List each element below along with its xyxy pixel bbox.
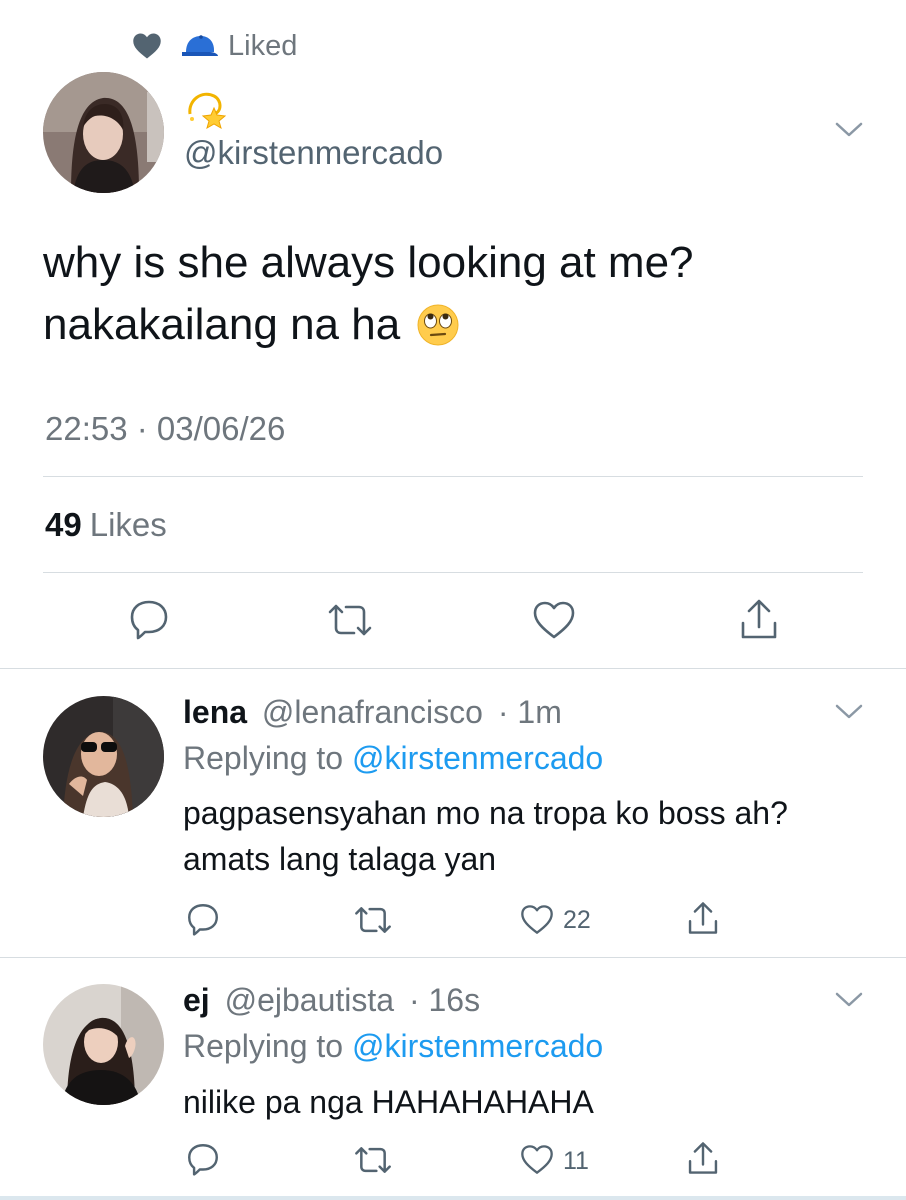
heart-icon bbox=[133, 33, 161, 59]
like-icon[interactable] bbox=[532, 600, 576, 640]
reply-text-line: pagpasensyahan mo na tropa ko boss ah? bbox=[183, 795, 788, 831]
reply-icon[interactable] bbox=[186, 1142, 220, 1176]
mention-link[interactable]: @kirstenmercado bbox=[352, 1028, 603, 1064]
replying-to: Replying to @kirstenmercado bbox=[183, 740, 603, 777]
bottom-edge bbox=[0, 1196, 906, 1200]
retweet-icon[interactable] bbox=[353, 905, 393, 935]
liked-context-bar: Liked bbox=[132, 26, 297, 66]
likes-summary[interactable]: 49 Likes bbox=[45, 506, 167, 544]
tweet-text-line: nakakailang na ha bbox=[43, 300, 401, 349]
chevron-down-icon[interactable] bbox=[834, 702, 864, 722]
reply-display-name: ej bbox=[183, 982, 210, 1018]
reply-time: · 16s bbox=[408, 982, 481, 1018]
reply-text-line: nilike pa nga HAHAHAHAHA bbox=[183, 1084, 594, 1120]
likes-count: 49 bbox=[45, 506, 82, 543]
reply-text: pagpasensyahan mo na tropa ko boss ah? a… bbox=[183, 790, 863, 882]
divider bbox=[0, 957, 906, 958]
chevron-down-icon[interactable] bbox=[834, 990, 864, 1010]
retweet-icon[interactable] bbox=[353, 1145, 393, 1175]
share-icon[interactable] bbox=[686, 900, 720, 936]
tweet-text: why is she always looking at me? nakakai… bbox=[43, 232, 863, 356]
chevron-down-icon[interactable] bbox=[834, 120, 864, 140]
tweet-text-line-2: nakakailang na ha bbox=[43, 294, 863, 356]
divider bbox=[43, 476, 863, 477]
dizzy-star-emoji bbox=[188, 92, 227, 130]
like-count: 11 bbox=[563, 1147, 589, 1175]
tweet-text-line: why is she always looking at me? bbox=[43, 238, 694, 287]
reply-display-name: lena bbox=[183, 694, 248, 730]
reply-time: · 1m bbox=[497, 694, 562, 730]
like-count: 22 bbox=[563, 906, 591, 934]
replying-prefix: Replying to bbox=[183, 1028, 344, 1064]
divider bbox=[43, 572, 863, 573]
liked-label: Liked bbox=[228, 29, 298, 62]
reply-handle: @ejbautista bbox=[224, 982, 395, 1018]
blue-cap-icon bbox=[182, 35, 218, 56]
share-icon[interactable] bbox=[686, 1140, 720, 1176]
reply-icon[interactable] bbox=[186, 902, 220, 936]
share-icon[interactable] bbox=[738, 597, 780, 641]
divider bbox=[0, 668, 906, 669]
reply-icon[interactable] bbox=[128, 598, 170, 640]
eye-roll-emoji bbox=[417, 304, 459, 346]
reply-author[interactable]: lena @lenafrancisco · 1m bbox=[183, 694, 562, 731]
replying-to: Replying to @kirstenmercado bbox=[183, 1028, 603, 1065]
avatar[interactable] bbox=[43, 984, 164, 1105]
reply-text: nilike pa nga HAHAHAHAHA bbox=[183, 1079, 863, 1125]
mention-link[interactable]: @kirstenmercado bbox=[352, 740, 603, 776]
like-icon[interactable] bbox=[520, 904, 554, 935]
tweet-timestamp[interactable]: 22:53 · 03/06/26 bbox=[45, 410, 285, 448]
reply-handle: @lenafrancisco bbox=[261, 694, 483, 730]
avatar[interactable] bbox=[43, 72, 164, 193]
like-icon[interactable] bbox=[520, 1144, 554, 1175]
author-handle[interactable]: @kirstenmercado bbox=[184, 134, 443, 172]
replying-prefix: Replying to bbox=[183, 740, 344, 776]
avatar[interactable] bbox=[43, 696, 164, 817]
reply-text-line: amats lang talaga yan bbox=[183, 841, 497, 877]
likes-label: Likes bbox=[89, 506, 167, 543]
reply-author[interactable]: ej @ejbautista · 16s bbox=[183, 982, 480, 1019]
retweet-icon[interactable] bbox=[326, 602, 374, 638]
